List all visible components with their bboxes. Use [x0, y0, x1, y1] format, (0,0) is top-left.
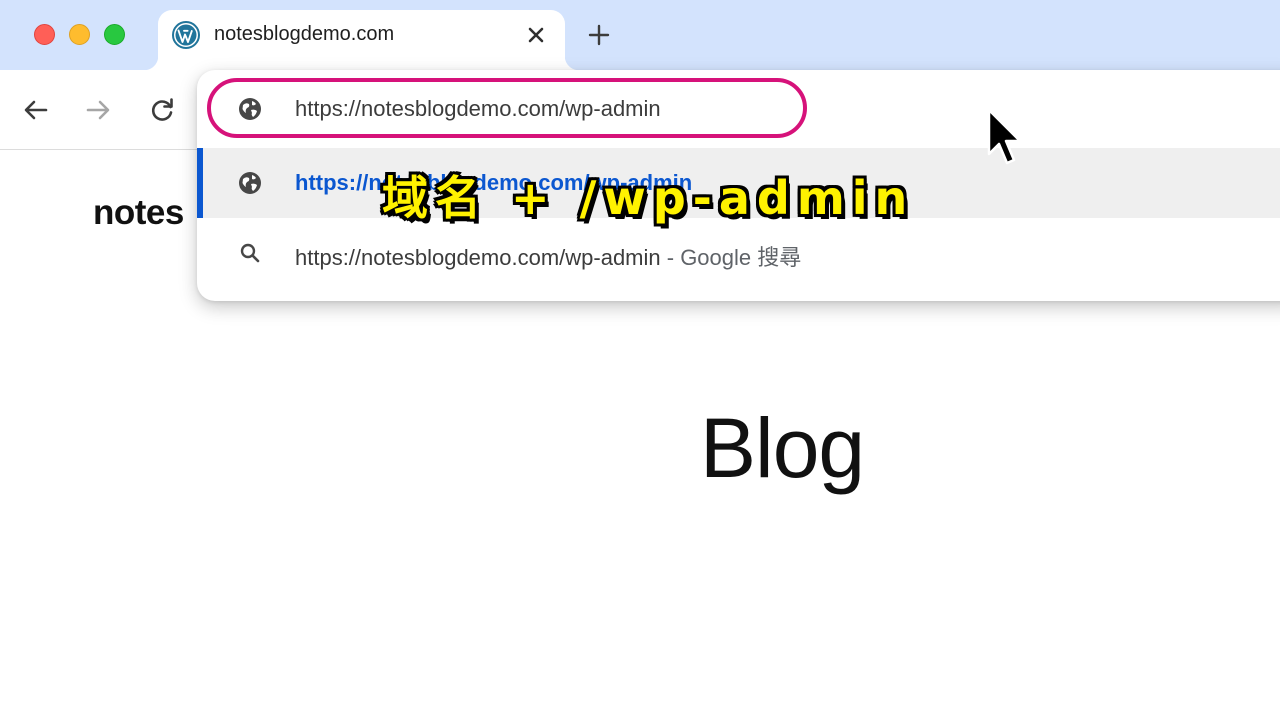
window-zoom-button[interactable] — [104, 24, 125, 45]
suggestion-query: https://notesblogdemo.com/wp-admin — [295, 245, 661, 270]
window-minimize-button[interactable] — [69, 24, 90, 45]
browser-tab-active[interactable]: notesblogdemo.com — [144, 10, 579, 70]
close-icon[interactable] — [521, 20, 551, 50]
selection-indicator — [197, 148, 203, 218]
globe-icon — [239, 98, 261, 120]
omnibox-suggestion-search[interactable]: https://notesblogdemo.com/wp-admin - Goo… — [197, 218, 1280, 288]
arrow-right-icon[interactable] — [82, 94, 114, 126]
wordpress-icon — [172, 21, 200, 49]
tab-title: notesblogdemo.com — [214, 23, 395, 45]
plus-icon[interactable] — [584, 20, 614, 50]
tab-strip: notesblogdemo.com — [0, 0, 1280, 70]
window-close-button[interactable] — [34, 24, 55, 45]
page-title: Blog — [700, 401, 865, 495]
arrow-left-icon[interactable] — [20, 94, 52, 126]
mouse-pointer-icon — [987, 108, 1022, 165]
suggestion-engine-suffix: - Google 搜尋 — [660, 245, 802, 270]
caption-overlay: 域名 + /wp-admin — [382, 171, 915, 225]
suggestion-text: https://notesblogdemo.com/wp-admin - Goo… — [295, 240, 801, 272]
reload-icon[interactable] — [146, 94, 178, 126]
site-logo[interactable]: notes — [93, 193, 184, 233]
globe-icon — [239, 172, 261, 194]
address-input[interactable]: https://notesblogdemo.com/wp-admin — [295, 96, 661, 122]
search-icon — [240, 243, 260, 263]
address-bar[interactable]: https://notesblogdemo.com/wp-admin — [197, 76, 1280, 142]
